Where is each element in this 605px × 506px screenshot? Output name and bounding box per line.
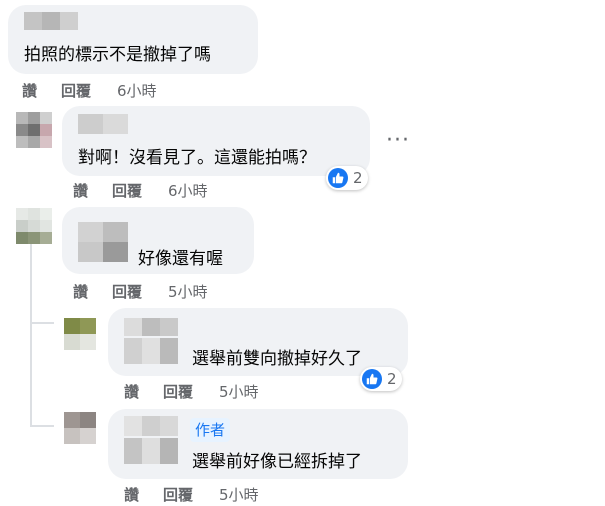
like-button[interactable]: 讚 xyxy=(124,381,139,402)
like-button[interactable]: 讚 xyxy=(73,180,88,201)
timestamp[interactable]: 5小時 xyxy=(219,484,259,505)
reaction-count[interactable]: 2 xyxy=(326,166,368,190)
more-icon[interactable]: ··· xyxy=(386,128,410,153)
reply-button[interactable]: 回覆 xyxy=(163,381,193,402)
reply-button[interactable]: 回覆 xyxy=(112,281,142,302)
thread-branch xyxy=(30,322,54,324)
thumbs-up-icon xyxy=(328,168,348,188)
avatar xyxy=(64,412,96,444)
blurred-author-name xyxy=(24,12,78,30)
comment-text: 對啊！沒看見了。這還能拍嗎？ xyxy=(78,148,316,168)
thumbs-up-icon xyxy=(362,369,382,389)
reply-button[interactable]: 回覆 xyxy=(112,180,142,201)
author-badge: 作者 xyxy=(190,418,231,442)
reply-button[interactable]: 回覆 xyxy=(163,484,193,505)
reaction-number: 2 xyxy=(353,169,363,187)
reply-button[interactable]: 回覆 xyxy=(61,80,91,101)
blurred-author-name xyxy=(124,416,178,464)
avatar xyxy=(16,208,52,244)
comment-text: 選舉前好像已經拆掉了 xyxy=(192,452,362,472)
like-button[interactable]: 讚 xyxy=(124,484,139,505)
timestamp[interactable]: 6小時 xyxy=(168,180,208,201)
comment-text: 好像還有喔 xyxy=(138,249,223,269)
like-button[interactable]: 讚 xyxy=(22,80,37,101)
blurred-author-name xyxy=(78,222,128,262)
reaction-count[interactable]: 2 xyxy=(360,367,402,391)
timestamp[interactable]: 6小時 xyxy=(117,80,157,101)
timestamp[interactable]: 5小時 xyxy=(168,281,208,302)
thread-branch xyxy=(30,425,54,427)
timestamp[interactable]: 5小時 xyxy=(219,381,259,402)
reaction-number: 2 xyxy=(387,370,397,388)
comment-text: 選舉前雙向撤掉好久了 xyxy=(192,349,362,369)
thread-line xyxy=(30,240,32,425)
avatar xyxy=(16,112,52,148)
avatar xyxy=(64,318,96,350)
comment-text: 拍照的標示不是撤掉了嗎 xyxy=(24,45,211,65)
like-button[interactable]: 讚 xyxy=(73,281,88,302)
blurred-author-name xyxy=(78,114,128,134)
blurred-author-name xyxy=(124,318,178,364)
